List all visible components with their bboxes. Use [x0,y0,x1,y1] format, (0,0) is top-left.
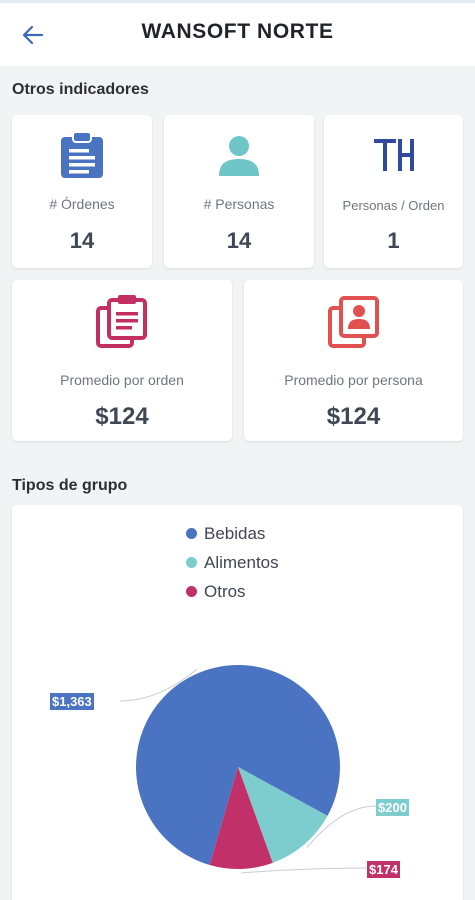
leader-line [241,867,368,874]
people-card: # Personas 14 [164,115,314,268]
avg-per-order-card: Promedio por orden $124 [12,280,232,441]
avg-per-order-label: Promedio por orden [60,372,184,388]
people-value: 14 [226,228,252,253]
people-per-order-card: Personas / Orden 1 [324,115,463,268]
group-types-chart-card: Bebidas Alimentos Otros $1,363 $200 $174 [12,505,463,900]
clipboard-icon [61,131,103,178]
copy-clipboard-icon [96,295,147,348]
avg-per-order-value: $124 [95,403,149,430]
avg-per-person-value: $124 [326,403,381,430]
data-label-bebidas: $1,363 [50,693,94,710]
people-label: # Personas [203,196,275,212]
table-icon [373,139,414,171]
people-per-order-value: 1 [387,228,400,253]
data-label-otros: $174 [367,861,400,878]
contact-book-icon [327,296,379,348]
avg-per-person-label: Promedio por persona [284,372,423,388]
people-per-order-label: Personas / Orden [342,198,445,213]
page-title: WANSOFT NORTE [141,20,334,43]
orders-card: # Órdenes 14 [12,115,152,268]
section-title-indicators: Otros indicadores [12,81,149,98]
section-title-groups: Tipos de grupo [12,477,128,494]
person-icon [219,136,259,176]
avg-per-person-card: Promedio por persona $124 [244,280,463,441]
app-header: WANSOFT NORTE [0,0,475,66]
orders-value: 14 [69,228,95,253]
data-label-alimentos: $200 [376,799,409,816]
orders-label: # Órdenes [49,196,115,212]
